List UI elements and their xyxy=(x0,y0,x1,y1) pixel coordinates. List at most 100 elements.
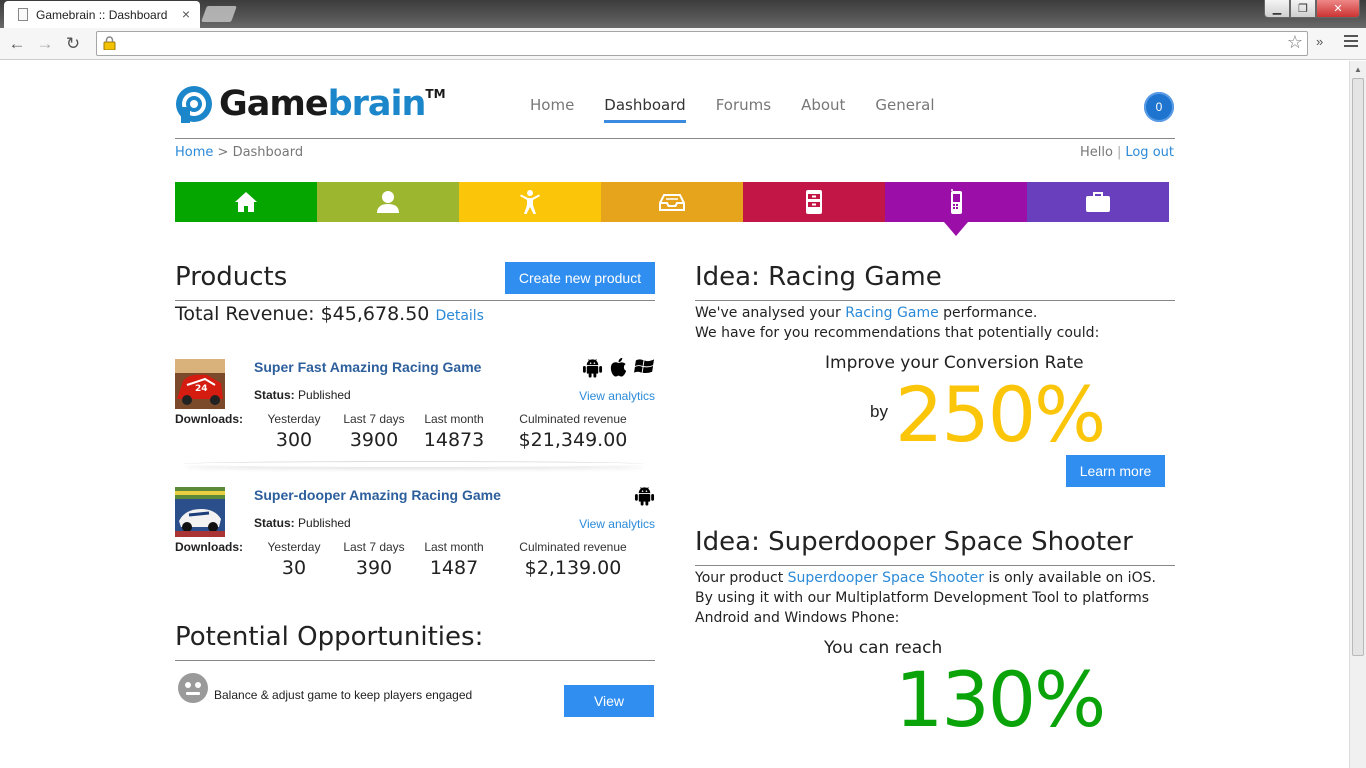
idea-product-link[interactable]: Superdooper Space Shooter xyxy=(788,570,984,586)
total-revenue-value: Total Revenue: $45,678.50 xyxy=(175,303,430,325)
revenue-details-link[interactable]: Details xyxy=(435,308,484,324)
logo-trademark: TM xyxy=(425,87,446,101)
total-revenue: Total Revenue: $45,678.50 Details xyxy=(175,303,484,325)
category-business[interactable] xyxy=(1027,182,1169,222)
stat-value: $21,349.00 xyxy=(518,429,628,451)
status-value: Published xyxy=(298,388,351,402)
stat-month: Last month 1487 xyxy=(421,540,487,579)
menu-icon[interactable] xyxy=(1344,35,1358,50)
stat-yesterday: Yesterday 30 xyxy=(266,540,322,579)
stat-revenue: Culminated revenue $2,139.00 xyxy=(513,540,633,579)
windows-icon xyxy=(634,359,655,374)
reload-button[interactable]: ↻ xyxy=(59,30,87,58)
stat-label: Last 7 days xyxy=(343,412,405,426)
inbox-tray-icon xyxy=(659,194,685,211)
potential-divider xyxy=(175,660,655,661)
product-thumbnail[interactable] xyxy=(175,487,225,537)
user-box: Hello | Log out xyxy=(1080,145,1174,160)
category-inbox[interactable] xyxy=(601,182,743,222)
user-icon xyxy=(377,191,399,213)
category-cabinet[interactable] xyxy=(743,182,885,222)
nav-general[interactable]: General xyxy=(875,96,934,123)
stat-label: Last 7 days xyxy=(343,540,405,554)
android-icon xyxy=(582,359,603,378)
status-value: Published xyxy=(298,516,351,530)
category-mobile[interactable] xyxy=(885,182,1027,236)
new-tab-button[interactable] xyxy=(201,6,237,22)
android-icon xyxy=(634,487,655,506)
page-icon xyxy=(18,8,28,21)
product-thumbnail[interactable]: 24 xyxy=(175,359,225,409)
scrollbar-thumb[interactable] xyxy=(1352,78,1364,656)
apple-icon xyxy=(610,357,627,377)
cabinet-icon xyxy=(806,190,822,214)
notification-badge[interactable]: 0 xyxy=(1144,92,1174,122)
bookmark-star-icon[interactable]: ☆ xyxy=(1287,32,1303,53)
stat-week: Last 7 days 390 xyxy=(341,540,407,579)
header-divider xyxy=(175,138,1175,139)
product-name[interactable]: Super-dooper Amazing Racing Game xyxy=(254,487,501,503)
category-activity[interactable] xyxy=(459,182,601,222)
platform-icons xyxy=(634,484,655,506)
home-icon xyxy=(235,192,257,212)
idea-product-link[interactable]: Racing Game xyxy=(845,305,938,321)
logo-brain: brain xyxy=(327,84,427,124)
warning-lock-icon[interactable] xyxy=(103,36,116,50)
reach-value: 130% xyxy=(895,655,1106,744)
breadcrumb-separator: > xyxy=(213,145,233,160)
window-controls: ▁ ❐ ✕ xyxy=(1264,0,1360,18)
stat-value: 390 xyxy=(355,557,393,579)
extensions-overflow-icon[interactable]: » xyxy=(1316,34,1323,49)
nav-home[interactable]: Home xyxy=(530,96,574,123)
category-home[interactable] xyxy=(175,182,317,222)
nav-forums[interactable]: Forums xyxy=(716,96,771,123)
by-label: by xyxy=(870,402,888,421)
idea-divider xyxy=(695,565,1175,566)
stat-month: Last month 14873 xyxy=(421,412,487,451)
breadcrumb-home[interactable]: Home xyxy=(175,145,213,160)
product-card: 24 Super Fast Amazing Racing Game Status… xyxy=(175,356,655,469)
platform-icons xyxy=(582,356,655,378)
product-name[interactable]: Super Fast Amazing Racing Game xyxy=(254,359,481,375)
browser-titlebar: Gamebrain :: Dashboard × ▁ ❐ ✕ xyxy=(0,0,1366,28)
maximize-button[interactable]: ❐ xyxy=(1290,0,1316,18)
person-arms-up-icon xyxy=(520,190,540,214)
stat-value: 30 xyxy=(281,557,307,579)
view-opportunity-button[interactable]: View xyxy=(564,685,654,717)
stat-value: 1487 xyxy=(429,557,479,579)
tab-close-icon[interactable]: × xyxy=(182,6,190,22)
minimize-button[interactable]: ▁ xyxy=(1264,0,1290,18)
breadcrumb-current: Dashboard xyxy=(232,145,304,160)
product-divider xyxy=(183,461,645,467)
category-user[interactable] xyxy=(317,182,459,222)
stat-value: 300 xyxy=(275,429,313,451)
nav-dashboard[interactable]: Dashboard xyxy=(604,96,686,123)
forward-button[interactable]: → xyxy=(31,30,59,58)
nav-about[interactable]: About xyxy=(801,96,845,123)
user-separator: | xyxy=(1116,145,1122,160)
view-analytics-link[interactable]: View analytics xyxy=(579,389,655,403)
idea-text-post: is only available on iOS. xyxy=(984,570,1156,586)
gamebrain-logo[interactable]: Gamebrain TM xyxy=(175,84,446,124)
neutral-face-icon xyxy=(178,673,208,703)
back-button[interactable]: ← xyxy=(3,30,31,58)
view-analytics-link[interactable]: View analytics xyxy=(579,517,655,531)
address-bar[interactable]: ☆ xyxy=(96,31,1308,56)
product-status: Status: Published xyxy=(254,388,351,402)
page-scrollbar[interactable]: ▲ xyxy=(1349,61,1366,768)
create-product-button[interactable]: Create new product xyxy=(505,262,655,294)
learn-more-button[interactable]: Learn more xyxy=(1066,455,1165,487)
products-divider xyxy=(175,300,655,301)
idea-description: We've analysed your Racing Game performa… xyxy=(695,303,1099,343)
logo-text: Gamebrain xyxy=(219,84,427,124)
close-window-button[interactable]: ✕ xyxy=(1316,0,1360,18)
downloads-label: Downloads: xyxy=(175,412,243,426)
breadcrumb: Home > Dashboard xyxy=(175,145,303,160)
stat-label: Culminated revenue xyxy=(519,412,627,426)
idea-divider xyxy=(695,300,1175,301)
opportunity-text: Balance & adjust game to keep players en… xyxy=(214,688,473,702)
logout-link[interactable]: Log out xyxy=(1125,145,1174,160)
mobile-phone-icon xyxy=(951,189,962,214)
scroll-up-icon[interactable]: ▲ xyxy=(1354,65,1362,74)
browser-tab[interactable]: Gamebrain :: Dashboard × xyxy=(4,1,200,28)
